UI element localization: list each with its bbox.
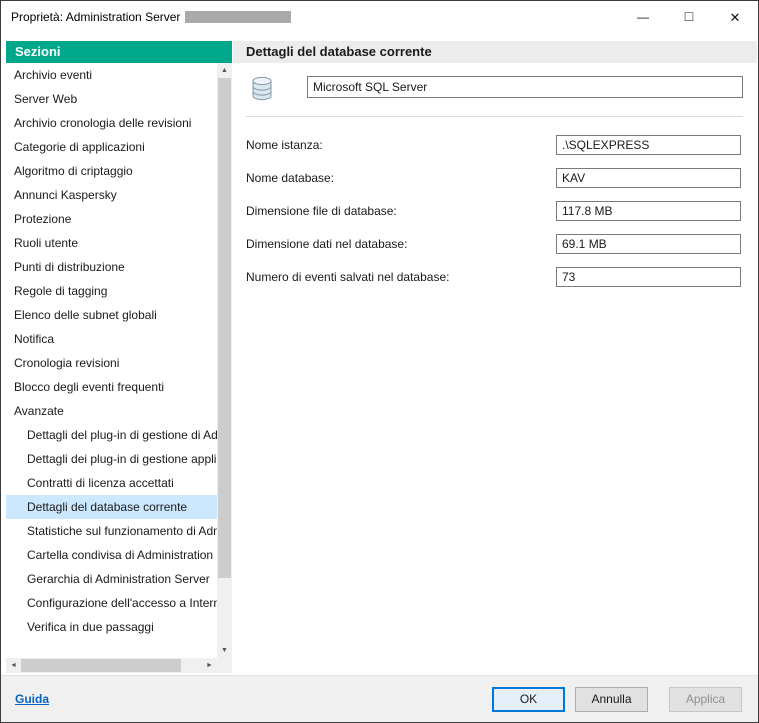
- sidebar-item[interactable]: Punti di distribuzione: [6, 255, 217, 279]
- sidebar-item[interactable]: Annunci Kaspersky: [6, 183, 217, 207]
- minimize-button[interactable]: —: [620, 1, 666, 33]
- sidebar-item[interactable]: Ruoli utente: [6, 231, 217, 255]
- titlebar: Proprietà: Administration Server — □ ✕: [1, 1, 758, 33]
- sidebar-item[interactable]: Notifica: [6, 327, 217, 351]
- horizontal-scrollbar[interactable]: ◄ ►: [6, 658, 217, 673]
- maximize-button[interactable]: □: [666, 1, 712, 33]
- sidebar-item[interactable]: Regole di tagging: [6, 279, 217, 303]
- sidebar-item[interactable]: Dettagli dei plug-in di gestione applica…: [6, 447, 217, 471]
- sidebar-item[interactable]: Elenco delle subnet globali: [6, 303, 217, 327]
- database-type-row: [249, 75, 743, 103]
- sidebar-item[interactable]: Gerarchia di Administration Server: [6, 567, 217, 591]
- form-row: Numero di eventi salvati nel database: 7…: [246, 267, 741, 300]
- footer-buttons: OK Annulla Applica: [492, 687, 758, 712]
- form-row: Dimensione dati nel database: 69.1 MB: [246, 234, 741, 267]
- minimize-icon: —: [637, 11, 649, 23]
- form-row: Nome istanza: .\SQLEXPRESS: [246, 135, 741, 168]
- scroll-right-icon[interactable]: ►: [202, 658, 217, 673]
- form-row: Dimensione file di database: 117.8 MB: [246, 201, 741, 234]
- sidebar: Archivio eventiServer WebArchivio cronol…: [6, 63, 232, 673]
- sidebar-item[interactable]: Dettagli del plug-in di gestione di Admi…: [6, 423, 217, 447]
- sidebar-item[interactable]: Cronologia revisioni: [6, 351, 217, 375]
- sidebar-item[interactable]: Avanzate: [6, 399, 217, 423]
- page-title: Dettagli del database corrente: [233, 41, 757, 63]
- sidebar-item[interactable]: Configurazione dell'accesso a Internet: [6, 591, 217, 615]
- sidebar-item[interactable]: Contratti di licenza accettati: [6, 471, 217, 495]
- sidebar-item[interactable]: Server Web: [6, 87, 217, 111]
- form-row: Nome database: KAV: [246, 168, 741, 201]
- database-type-input[interactable]: [307, 76, 743, 98]
- ok-button[interactable]: OK: [492, 687, 565, 712]
- title-redaction-block: [185, 11, 291, 23]
- sidebar-item[interactable]: Archivio eventi: [6, 63, 217, 87]
- sidebar-list: Archivio eventiServer WebArchivio cronol…: [6, 63, 217, 658]
- sidebar-item[interactable]: Categorie di applicazioni: [6, 135, 217, 159]
- sidebar-header: Sezioni: [6, 41, 232, 63]
- vertical-scrollbar-thumb[interactable]: [218, 78, 231, 578]
- sidebar-item[interactable]: Protezione: [6, 207, 217, 231]
- apply-button[interactable]: Applica: [669, 687, 742, 712]
- scroll-down-icon[interactable]: ▼: [217, 643, 232, 658]
- sidebar-item[interactable]: Blocco degli eventi frequenti: [6, 375, 217, 399]
- scrollbar-corner: [217, 658, 232, 673]
- close-icon: ✕: [730, 11, 741, 24]
- sidebar-item[interactable]: Dettagli del database corrente: [6, 495, 217, 519]
- database-details-form: Nome istanza: .\SQLEXPRESS Nome database…: [246, 135, 741, 300]
- maximize-icon: □: [685, 9, 693, 23]
- scroll-left-icon[interactable]: ◄: [6, 658, 21, 673]
- field-value[interactable]: 117.8 MB: [556, 201, 741, 221]
- cancel-button[interactable]: Annulla: [575, 687, 648, 712]
- sidebar-item[interactable]: Verifica in due passaggi: [6, 615, 217, 639]
- window-title-text: Proprietà: Administration Server: [11, 10, 180, 24]
- field-value[interactable]: KAV: [556, 168, 741, 188]
- window-title: Proprietà: Administration Server: [11, 10, 291, 24]
- database-icon: [249, 75, 275, 103]
- separator-line: [246, 116, 743, 117]
- field-value[interactable]: 69.1 MB: [556, 234, 741, 254]
- sidebar-item[interactable]: Archivio cronologia delle revisioni: [6, 111, 217, 135]
- scroll-up-icon[interactable]: ▲: [217, 63, 232, 78]
- main-content: Nome istanza: .\SQLEXPRESS Nome database…: [233, 63, 757, 675]
- properties-window: Proprietà: Administration Server — □ ✕ S…: [0, 0, 759, 723]
- help-link[interactable]: Guida: [15, 692, 49, 706]
- vertical-scrollbar[interactable]: ▲ ▼: [217, 63, 232, 658]
- field-value[interactable]: .\SQLEXPRESS: [556, 135, 741, 155]
- footer: Guida OK Annulla Applica: [1, 675, 758, 722]
- horizontal-scrollbar-thumb[interactable]: [21, 659, 181, 672]
- sidebar-item[interactable]: Statistiche sul funzionamento di Adminis: [6, 519, 217, 543]
- window-controls: — □ ✕: [620, 1, 758, 33]
- close-button[interactable]: ✕: [712, 1, 758, 33]
- field-value[interactable]: 73: [556, 267, 741, 287]
- sidebar-item[interactable]: Cartella condivisa di Administration Ser…: [6, 543, 217, 567]
- sidebar-item[interactable]: Algoritmo di criptaggio: [6, 159, 217, 183]
